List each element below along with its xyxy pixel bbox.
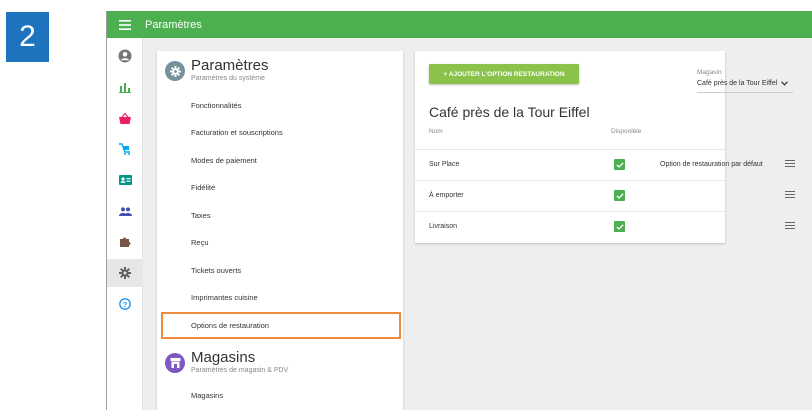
menu-item-features[interactable]: Fonctionnalités <box>157 92 403 119</box>
menu-item-receipt[interactable]: Reçu <box>157 229 403 256</box>
menu-item-taxes[interactable]: Taxes <box>157 202 403 229</box>
svg-text:?: ? <box>123 300 128 309</box>
dining-option-name: À emporter <box>429 192 464 199</box>
hamburger-menu-icon[interactable] <box>107 11 143 38</box>
app-window: Paramètres ? Paramètres Paramètres du sy… <box>106 11 812 410</box>
top-bar: Paramètres <box>107 11 812 38</box>
chevron-down-icon <box>781 81 789 86</box>
column-header-available: Disponible <box>611 128 642 135</box>
pos-icon[interactable] <box>107 135 143 163</box>
menu-item-payment-types[interactable]: Modes de paiement <box>157 147 403 174</box>
table-row[interactable]: Sur Place Option de restauration par déf… <box>415 149 795 180</box>
drag-handle-icon[interactable] <box>785 191 795 200</box>
stores-section-title: Magasins <box>191 349 256 366</box>
dining-option-name: Sur Place <box>429 161 460 168</box>
store-select-underline <box>697 92 793 93</box>
store-select[interactable]: Café près de la Tour Eiffel <box>697 80 789 87</box>
store-select-value: Café près de la Tour Eiffel <box>697 80 778 87</box>
menu-item-loyalty[interactable]: Fidélité <box>157 174 403 201</box>
menu-item-stores[interactable]: Magasins <box>157 382 403 409</box>
menu-item-billing[interactable]: Facturation et souscriptions <box>157 119 403 146</box>
settings-section-title: Paramètres <box>191 57 269 74</box>
default-option-label: Option de restauration par défaut <box>660 161 763 168</box>
system-settings-header: Paramètres Paramètres du système <box>157 51 403 91</box>
table-row[interactable]: À emporter <box>415 180 795 211</box>
settings-section-subtitle: Paramètres du système <box>191 75 265 82</box>
stores-section-header: Magasins Paramètres de magasin & PDV <box>157 343 403 383</box>
reports-icon[interactable] <box>107 73 143 101</box>
dining-option-name: Livraison <box>429 223 458 230</box>
menu-item-dining-options[interactable]: Options de restauration <box>161 312 401 339</box>
menu-item-kitchen-printers[interactable]: Imprimantes cuisine <box>157 284 403 311</box>
store-icon <box>165 353 185 373</box>
settings-menu-panel: Paramètres Paramètres du système Fonctio… <box>157 51 403 410</box>
drag-handle-icon[interactable] <box>785 160 795 169</box>
menu-item-open-tickets[interactable]: Tickets ouverts <box>157 257 403 284</box>
items-icon[interactable] <box>107 104 143 132</box>
stores-section-subtitle: Paramètres de magasin & PDV <box>191 367 289 374</box>
side-rail: ? <box>107 38 143 410</box>
add-dining-option-button[interactable]: + AJOUTER L'OPTION RESTAURATION <box>429 64 579 84</box>
page-title: Paramètres <box>145 18 202 31</box>
account-icon[interactable] <box>107 42 143 70</box>
employees-icon[interactable] <box>107 166 143 194</box>
integrations-icon[interactable] <box>107 228 143 256</box>
card-title: Café près de la Tour Eiffel <box>429 104 590 120</box>
column-header-name: Nom <box>429 128 443 135</box>
available-checkbox[interactable] <box>614 221 625 232</box>
available-checkbox[interactable] <box>614 159 625 170</box>
drag-handle-icon[interactable] <box>785 222 795 231</box>
table-row[interactable]: Livraison <box>415 211 795 242</box>
help-icon[interactable]: ? <box>107 290 143 318</box>
store-select-label: Magasin <box>697 69 722 76</box>
step-number-badge: 2 <box>6 12 49 62</box>
dining-options-card: + AJOUTER L'OPTION RESTAURATION Magasin … <box>415 51 795 243</box>
customers-icon[interactable] <box>107 197 143 225</box>
settings-gear-icon <box>165 61 185 81</box>
settings-icon[interactable] <box>107 259 143 287</box>
available-checkbox[interactable] <box>614 190 625 201</box>
